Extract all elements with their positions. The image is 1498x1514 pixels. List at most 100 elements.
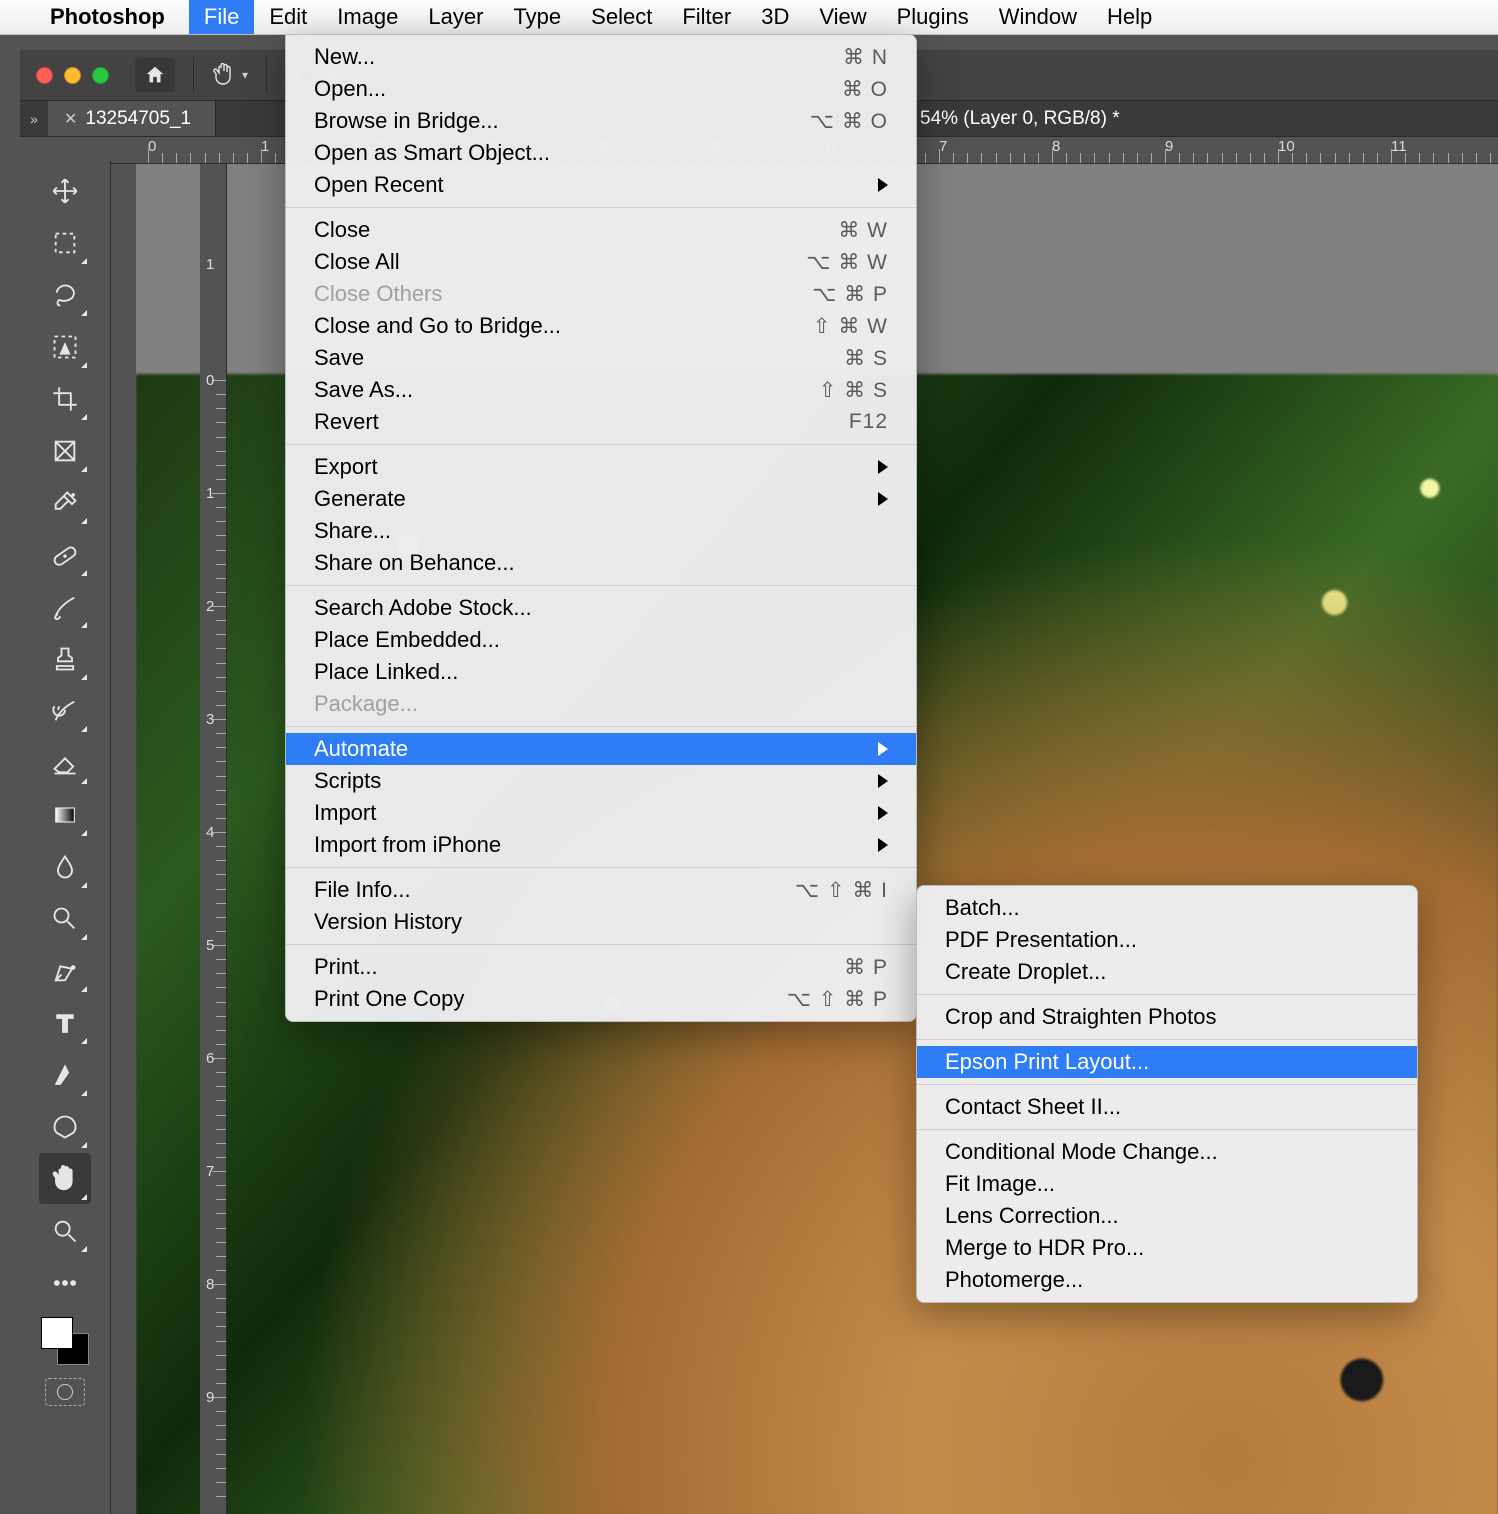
file-menu-item[interactable]: Place Linked... (286, 656, 916, 688)
file-menu-item[interactable]: Automate (286, 733, 916, 765)
close-window-button[interactable] (36, 67, 53, 84)
object-select-tool[interactable] (39, 321, 91, 372)
file-menu-item[interactable]: Share on Behance... (286, 547, 916, 579)
automate-menu-item[interactable]: Fit Image... (917, 1168, 1417, 1200)
file-menu-item[interactable]: Print One Copy⌥ ⇧ ⌘ P (286, 983, 916, 1015)
brush-tool[interactable] (39, 581, 91, 632)
file-menu-item[interactable]: Place Embedded... (286, 624, 916, 656)
eyedropper-tool[interactable] (39, 477, 91, 528)
expand-panels-button[interactable]: » (20, 101, 48, 136)
file-menu-item[interactable]: Close⌘ W (286, 214, 916, 246)
menu-filter[interactable]: Filter (667, 0, 746, 34)
automate-menu-item[interactable]: Photomerge... (917, 1264, 1417, 1296)
file-menu-item[interactable]: Open Recent (286, 169, 916, 201)
menu-file[interactable]: File (189, 0, 254, 34)
automate-menu-item[interactable]: Batch... (917, 892, 1417, 924)
file-menu-item[interactable]: Close and Go to Bridge...⇧ ⌘ W (286, 310, 916, 342)
hand-tool[interactable] (39, 1153, 91, 1204)
automate-menu-item-label: Epson Print Layout... (945, 1049, 1149, 1075)
shortcut-label: ⇧ ⌘ S (819, 378, 888, 403)
menu-edit[interactable]: Edit (254, 0, 322, 34)
file-menu-item[interactable]: Share... (286, 515, 916, 547)
automate-menu-item[interactable]: Merge to HDR Pro... (917, 1232, 1417, 1264)
file-menu-item[interactable]: RevertF12 (286, 406, 916, 438)
file-menu-item[interactable]: Search Adobe Stock... (286, 592, 916, 624)
move-tool[interactable] (39, 165, 91, 216)
automate-menu-item[interactable]: Contact Sheet II... (917, 1091, 1417, 1123)
automate-menu-item[interactable]: Epson Print Layout... (917, 1046, 1417, 1078)
file-menu-item[interactable]: Save⌘ S (286, 342, 916, 374)
foreground-color-swatch[interactable] (41, 1317, 73, 1349)
history-brush-tool[interactable] (39, 685, 91, 736)
automate-menu-item[interactable]: PDF Presentation... (917, 924, 1417, 956)
menu-image[interactable]: Image (322, 0, 413, 34)
file-menu-item[interactable]: Generate (286, 483, 916, 515)
eraser-tool[interactable] (39, 737, 91, 788)
automate-submenu-dropdown[interactable]: Batch...PDF Presentation...Create Drople… (916, 885, 1418, 1303)
gradient-tool[interactable] (39, 789, 91, 840)
color-swatches[interactable] (41, 1317, 89, 1365)
automate-menu-item-label: Fit Image... (945, 1171, 1055, 1197)
lasso-tool[interactable] (39, 269, 91, 320)
file-menu-item-label: Place Embedded... (314, 627, 500, 653)
file-menu-item[interactable]: File Info...⌥ ⇧ ⌘ I (286, 874, 916, 906)
quick-mask-toggle[interactable] (45, 1378, 85, 1406)
file-menu-item[interactable]: Version History (286, 906, 916, 938)
file-menu-item-label: Search Adobe Stock... (314, 595, 532, 621)
zoom-tool[interactable] (39, 1205, 91, 1256)
file-menu-item[interactable]: Export (286, 451, 916, 483)
file-menu-item[interactable]: Print...⌘ P (286, 951, 916, 983)
automate-menu-item[interactable]: Crop and Straighten Photos (917, 1001, 1417, 1033)
file-menu-item: Close Others⌥ ⌘ P (286, 278, 916, 310)
pen-tool[interactable] (39, 945, 91, 996)
file-menu-item[interactable]: Browse in Bridge...⌥ ⌘ O (286, 105, 916, 137)
file-menu-item[interactable]: Import (286, 797, 916, 829)
menu-help[interactable]: Help (1092, 0, 1167, 34)
ruler-v-label: 1 (206, 485, 214, 502)
home-button[interactable] (135, 58, 175, 92)
type-tool[interactable] (39, 997, 91, 1048)
automate-menu-item-label: Crop and Straighten Photos (945, 1004, 1217, 1030)
file-menu-item[interactable]: Open as Smart Object... (286, 137, 916, 169)
file-menu-item[interactable]: New...⌘ N (286, 41, 916, 73)
menu-window[interactable]: Window (984, 0, 1092, 34)
menu-layer[interactable]: Layer (413, 0, 498, 34)
file-menu-item[interactable]: Save As...⇧ ⌘ S (286, 374, 916, 406)
minimize-window-button[interactable] (64, 67, 81, 84)
document-tab[interactable]: ✕ 13254705_1 (48, 101, 216, 136)
file-menu-item[interactable]: Close All⌥ ⌘ W (286, 246, 916, 278)
ruler-h-label: 7 (939, 138, 947, 155)
clone-tool[interactable] (39, 633, 91, 684)
app-name[interactable]: Photoshop (42, 4, 173, 30)
shape-tool[interactable] (39, 1101, 91, 1152)
file-menu-item-label: Close and Go to Bridge... (314, 313, 561, 339)
path-tool[interactable] (39, 1049, 91, 1100)
automate-menu-item[interactable]: Create Droplet... (917, 956, 1417, 988)
automate-menu-item[interactable]: Conditional Mode Change... (917, 1136, 1417, 1168)
healing-tool[interactable] (39, 529, 91, 580)
menu-select[interactable]: Select (576, 0, 667, 34)
menu-view[interactable]: View (804, 0, 881, 34)
file-menu-item[interactable]: Open...⌘ O (286, 73, 916, 105)
blur-tool[interactable] (39, 841, 91, 892)
file-menu-item[interactable]: Import from iPhone (286, 829, 916, 861)
shortcut-label: ⌘ N (843, 45, 888, 70)
tool-preset-picker[interactable]: ▾ (212, 63, 248, 87)
menu-3d[interactable]: 3D (746, 0, 804, 34)
file-menu-separator (286, 867, 916, 868)
marquee-tool[interactable] (39, 217, 91, 268)
file-menu-dropdown[interactable]: New...⌘ NOpen...⌘ OBrowse in Bridge...⌥ … (285, 34, 917, 1022)
menu-type[interactable]: Type (498, 0, 576, 34)
file-menu-item-label: Automate (314, 736, 408, 762)
vertical-ruler[interactable]: 10123456789 (200, 164, 227, 1514)
menu-plugins[interactable]: Plugins (882, 0, 984, 34)
more-tools[interactable] (39, 1257, 91, 1308)
crop-tool[interactable] (39, 373, 91, 424)
close-tab-icon[interactable]: ✕ (64, 109, 77, 129)
file-menu-item[interactable]: Scripts (286, 765, 916, 797)
frame-tool[interactable] (39, 425, 91, 476)
zoom-window-button[interactable] (92, 67, 109, 84)
dodge-tool[interactable] (39, 893, 91, 944)
automate-menu-item[interactable]: Lens Correction... (917, 1200, 1417, 1232)
mac-menubar[interactable]: Photoshop FileEditImageLayerTypeSelectFi… (0, 0, 1498, 35)
